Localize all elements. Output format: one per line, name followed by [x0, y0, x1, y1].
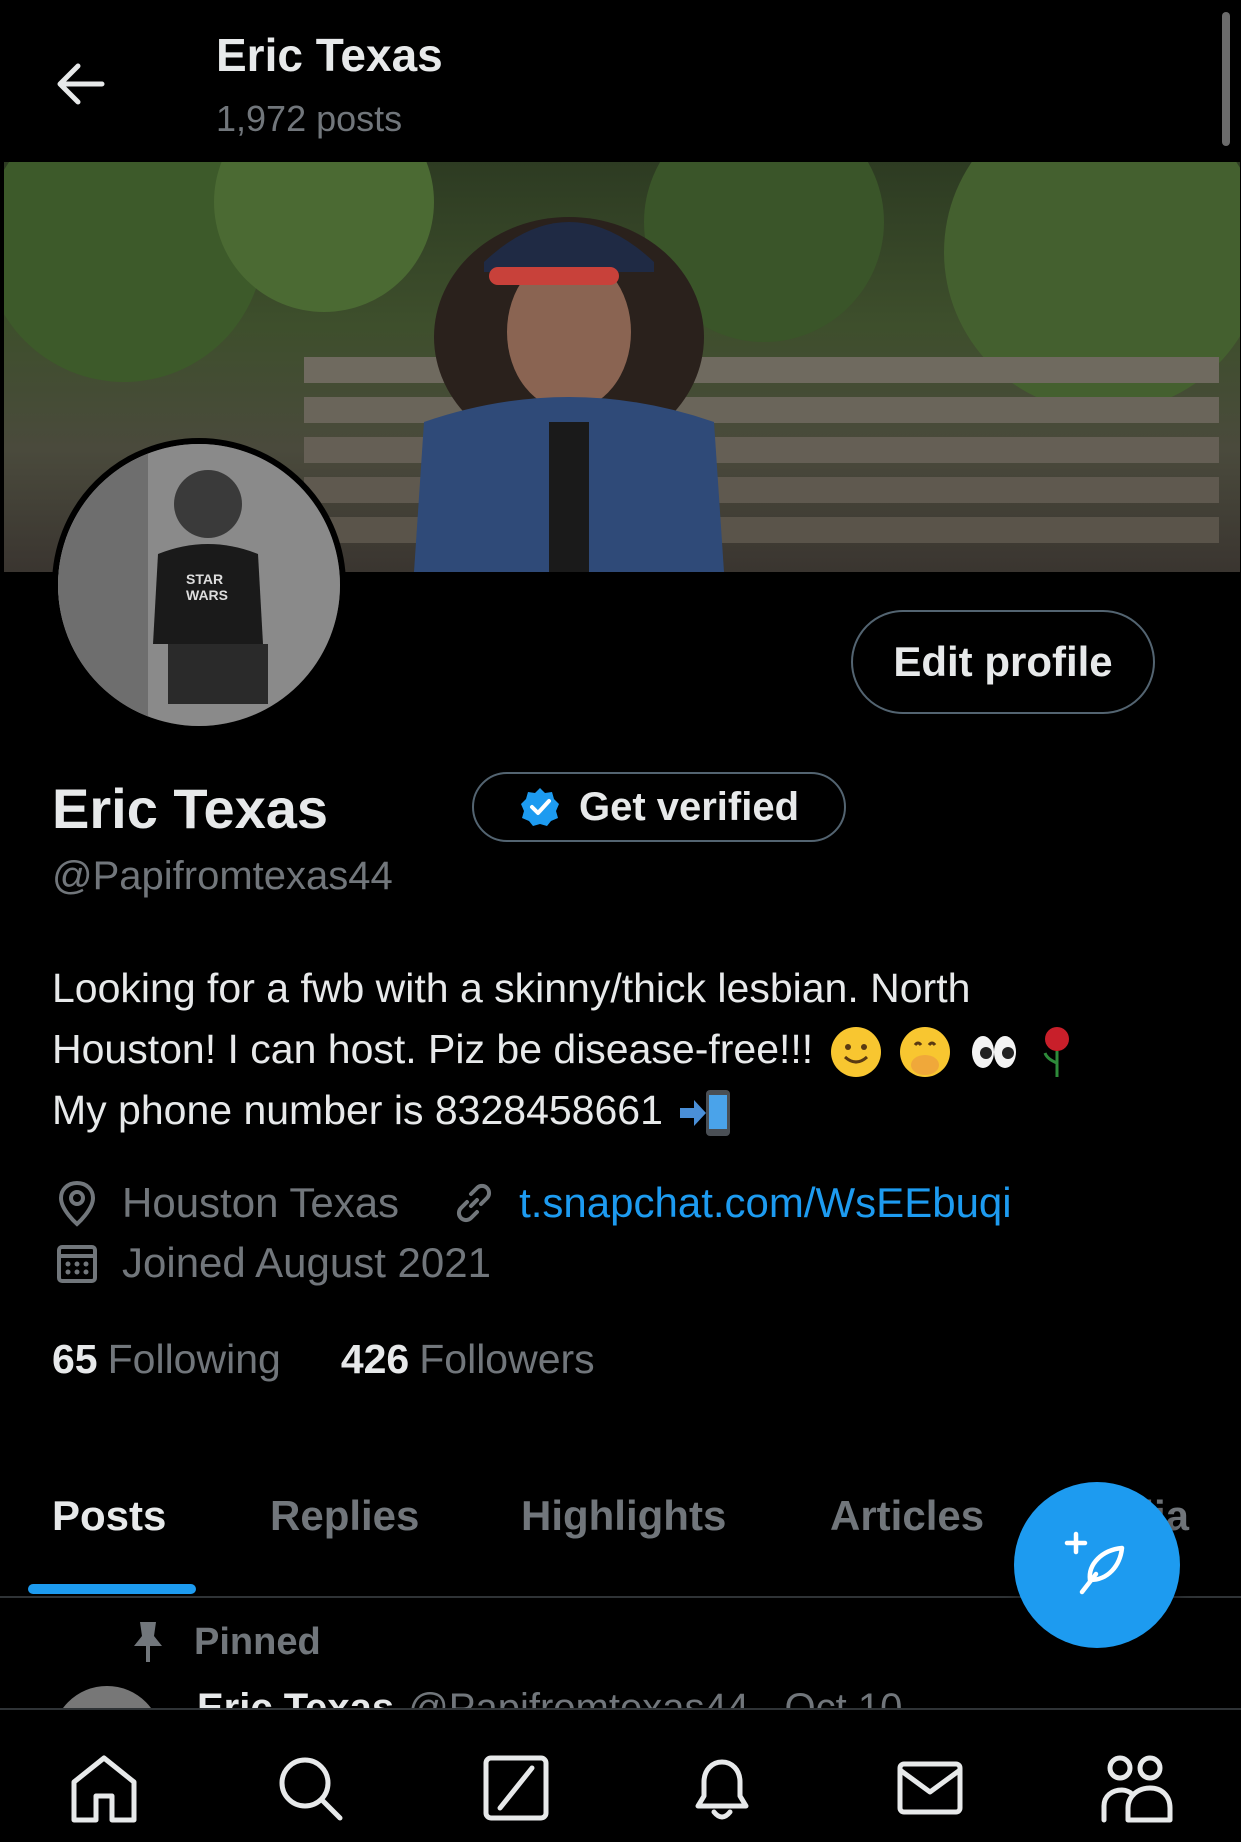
header-title: Eric Texas	[216, 29, 443, 81]
back-button[interactable]	[52, 56, 108, 112]
profile-name: Eric Texas	[52, 777, 329, 840]
nav-home[interactable]	[66, 1750, 142, 1826]
following-count: 65	[52, 1336, 98, 1382]
home-icon	[71, 1755, 137, 1823]
link-icon	[457, 1183, 492, 1223]
following-link[interactable]: 65 Following	[52, 1336, 281, 1383]
nav-communities[interactable]	[1098, 1750, 1174, 1826]
header-post-count: 1,972 posts	[216, 98, 403, 139]
get-verified-button[interactable]: Get verified	[472, 772, 846, 842]
avatar-image: STAR WARS	[58, 444, 340, 726]
nav-messages[interactable]	[892, 1750, 968, 1826]
calendar-icon	[57, 1245, 97, 1283]
arrow-left-icon	[57, 63, 105, 105]
tab-highlights[interactable]: Highlights	[521, 1492, 726, 1540]
profile-link[interactable]: t.snapchat.com/WsEEbuqi	[519, 1179, 1012, 1227]
followers-label: Followers	[419, 1336, 595, 1382]
hand-over-mouth-icon	[900, 1027, 950, 1078]
bio-line-phone: My phone number is 8328458661	[52, 1080, 1192, 1141]
followers-count: 426	[340, 1336, 410, 1382]
communities-icon	[1101, 1755, 1173, 1823]
compose-feather-icon	[1064, 1531, 1125, 1595]
followers-link[interactable]: 426 Followers	[341, 1336, 595, 1383]
profile-handle: @Papifromtexas44	[52, 854, 393, 898]
top-header: Eric Texas 1,972 posts	[0, 0, 1241, 160]
profile-bio: Looking for a fwb with a skinny/thick le…	[52, 958, 1192, 1141]
bio-line: Houston! I can host. Piz be disease-free…	[52, 1026, 814, 1072]
notifications-icon	[695, 1759, 749, 1820]
get-verified-label: Get verified	[578, 784, 800, 829]
rose-icon	[1043, 1027, 1069, 1078]
pinned-post-peek[interactable]: Eric Texas @Papifromtexas44 · Oct 10	[52, 1686, 1232, 1708]
bio-line: Looking for a fwb with a skinny/thick le…	[52, 965, 971, 1011]
svg-text:STAR: STAR	[186, 571, 223, 587]
smiling-face-icon	[830, 1027, 881, 1078]
compose-button[interactable]	[1014, 1482, 1180, 1648]
messages-icon	[897, 1761, 963, 1815]
profile-joined: Joined August 2021	[122, 1239, 491, 1286]
tab-posts[interactable]: Posts	[52, 1492, 166, 1540]
scrollbar[interactable]	[1222, 12, 1230, 146]
phone-arrow-icon	[680, 1090, 731, 1137]
location-pin-icon	[58, 1180, 96, 1227]
following-label: Following	[107, 1336, 281, 1382]
active-tab-indicator	[28, 1584, 196, 1594]
profile-stats: 65 Following 426 Followers	[52, 1336, 595, 1383]
verified-badge-icon	[520, 788, 559, 826]
post-author: Eric Texas	[197, 1686, 395, 1708]
profile-location: Houston Texas	[122, 1179, 400, 1226]
profile-meta-joined: Joined August 2021	[52, 1238, 491, 1288]
pin-icon	[134, 1622, 162, 1662]
pinned-label: Pinned	[194, 1620, 321, 1663]
bio-line-emoji: Houston! I can host. Piz be disease-free…	[52, 1019, 1192, 1080]
search-icon	[279, 1757, 343, 1821]
pinned-label-row: Pinned	[128, 1620, 321, 1664]
edit-profile-button[interactable]: Edit profile	[851, 610, 1155, 714]
profile-meta-location: Houston Texas t.snapchat.com/WsEEbuqi	[52, 1178, 1012, 1228]
bottom-navigation	[0, 1708, 1241, 1842]
grok-icon	[483, 1755, 549, 1821]
profile-avatar[interactable]: STAR WARS	[52, 438, 346, 732]
nav-search[interactable]	[272, 1750, 348, 1826]
nav-grok[interactable]	[478, 1750, 554, 1826]
bio-line: My phone number is 8328458661	[52, 1087, 663, 1133]
post-avatar[interactable]	[52, 1686, 162, 1708]
eyes-icon	[972, 1036, 1017, 1069]
tab-replies[interactable]: Replies	[270, 1492, 419, 1540]
tab-articles[interactable]: Articles	[830, 1492, 984, 1540]
post-handle-date: @Papifromtexas44 · Oct 10	[408, 1686, 903, 1708]
nav-notifications[interactable]	[684, 1750, 760, 1826]
svg-text:WARS: WARS	[186, 587, 228, 603]
